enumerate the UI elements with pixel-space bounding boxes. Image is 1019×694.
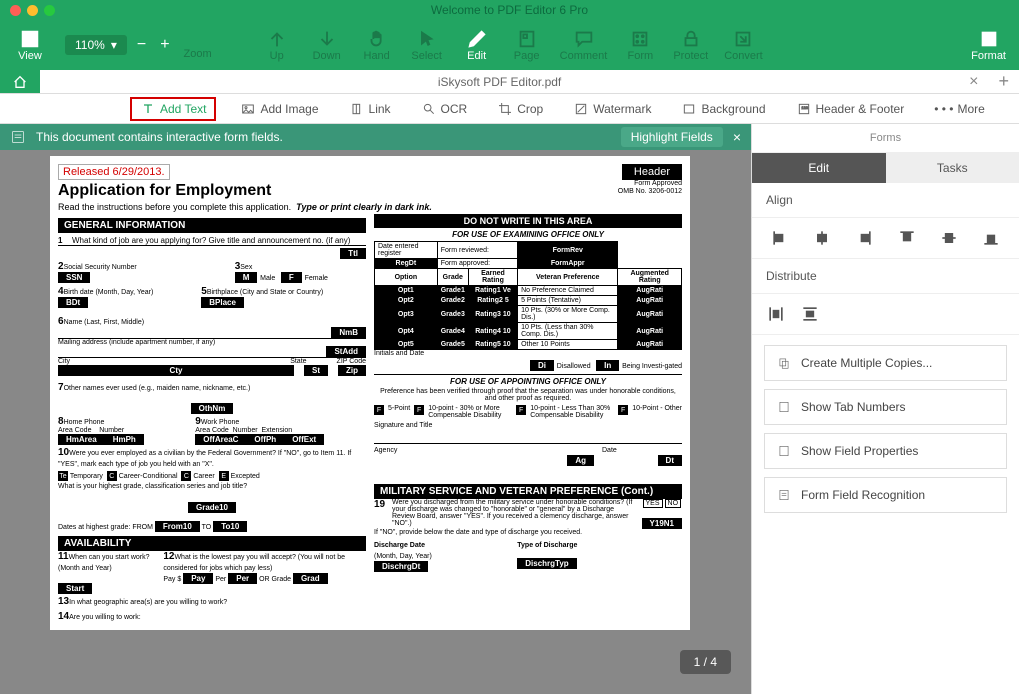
pdf-page: Released 6/29/2013. Header Application f… bbox=[50, 156, 690, 630]
add-image-button[interactable]: Add Image bbox=[234, 97, 324, 121]
select-button[interactable]: Select bbox=[402, 24, 452, 66]
edit-button[interactable]: Edit bbox=[452, 24, 502, 66]
new-tab-button[interactable]: + bbox=[988, 71, 1019, 92]
infobar-message: This document contains interactive form … bbox=[36, 130, 611, 144]
zoom-in-button[interactable]: + bbox=[156, 36, 173, 54]
format-button[interactable]: Format bbox=[963, 24, 1014, 66]
align-center-h-icon[interactable] bbox=[812, 228, 832, 248]
home-tab[interactable] bbox=[0, 70, 40, 93]
down-button[interactable]: Down bbox=[302, 24, 352, 66]
zoom-out-button[interactable]: − bbox=[133, 36, 150, 54]
ocr-button[interactable]: OCR bbox=[415, 97, 474, 121]
maximize-window-button[interactable] bbox=[44, 5, 55, 16]
up-button[interactable]: Up bbox=[252, 24, 302, 66]
link-button[interactable]: Link bbox=[343, 97, 397, 121]
align-top-icon[interactable] bbox=[897, 228, 917, 248]
edit-toolbar: Add Text Add Image Link OCR Crop Waterma… bbox=[0, 94, 1019, 124]
document-viewport[interactable]: Released 6/29/2013. Header Application f… bbox=[0, 150, 751, 694]
window-controls bbox=[0, 5, 55, 16]
form-button[interactable]: Form bbox=[615, 24, 665, 66]
titlebar: Welcome to PDF Editor 6 Pro bbox=[0, 0, 1019, 20]
form-field-recognition-button[interactable]: Form Field Recognition bbox=[764, 477, 1007, 513]
zoom-group: 110%▾ − + bbox=[65, 35, 174, 55]
crop-button[interactable]: Crop bbox=[491, 97, 549, 121]
add-text-button[interactable]: Add Text bbox=[130, 97, 216, 121]
released-stamp: Released 6/29/2013. bbox=[58, 164, 170, 180]
close-tab-button[interactable]: × bbox=[959, 73, 988, 91]
show-field-properties-button[interactable]: Show Field Properties bbox=[764, 433, 1007, 469]
forms-sidebar: Forms Edit Tasks Align Distribute Create… bbox=[751, 124, 1019, 694]
more-button[interactable]: • • •More bbox=[928, 98, 991, 120]
align-label: Align bbox=[752, 183, 1019, 218]
align-bottom-icon[interactable] bbox=[981, 228, 1001, 248]
main-toolbar: View 110%▾ − + Zoom Up Down Hand Select … bbox=[0, 20, 1019, 70]
align-left-icon[interactable] bbox=[770, 228, 790, 248]
tab-tasks[interactable]: Tasks bbox=[886, 153, 1019, 183]
convert-button[interactable]: Convert bbox=[716, 24, 771, 66]
form-infobar: This document contains interactive form … bbox=[0, 124, 751, 150]
close-window-button[interactable] bbox=[10, 5, 21, 16]
create-multiple-copies-button[interactable]: Create Multiple Copies... bbox=[764, 345, 1007, 381]
view-button[interactable]: View bbox=[5, 24, 55, 66]
protect-button[interactable]: Protect bbox=[665, 24, 716, 66]
app-title: Welcome to PDF Editor 6 Pro bbox=[431, 3, 588, 17]
header-box: Header bbox=[622, 164, 682, 180]
infobar-close-button[interactable]: × bbox=[733, 129, 741, 145]
document-tab[interactable]: iSkysoft PDF Editor.pdf bbox=[40, 75, 959, 89]
distribute-h-icon[interactable] bbox=[766, 304, 786, 324]
form-icon bbox=[10, 129, 26, 145]
comment-button[interactable]: Comment bbox=[552, 24, 616, 66]
align-center-v-icon[interactable] bbox=[939, 228, 959, 248]
sidebar-header: Forms bbox=[752, 124, 1019, 153]
svg-text:123: 123 bbox=[801, 105, 808, 110]
distribute-v-icon[interactable] bbox=[800, 304, 820, 324]
highlight-fields-button[interactable]: Highlight Fields bbox=[621, 127, 723, 147]
tab-edit[interactable]: Edit bbox=[752, 153, 886, 183]
zoom-dropdown[interactable]: 110%▾ bbox=[65, 35, 127, 55]
watermark-button[interactable]: Watermark bbox=[567, 97, 657, 121]
page-counter: 1 / 4 bbox=[680, 650, 731, 674]
align-right-icon[interactable] bbox=[854, 228, 874, 248]
hand-button[interactable]: Hand bbox=[352, 24, 402, 66]
tabbar: iSkysoft PDF Editor.pdf × + bbox=[0, 70, 1019, 94]
background-button[interactable]: Background bbox=[675, 97, 771, 121]
page-button[interactable]: Page bbox=[502, 24, 552, 66]
doc-title: Application for Employment bbox=[58, 182, 682, 200]
distribute-label: Distribute bbox=[752, 259, 1019, 294]
omb-approval: Form ApprovedOMB No. 3206-0012 bbox=[618, 180, 682, 197]
minimize-window-button[interactable] bbox=[27, 5, 38, 16]
header-footer-button[interactable]: 123Header & Footer bbox=[790, 97, 911, 121]
show-tab-numbers-button[interactable]: Show Tab Numbers bbox=[764, 389, 1007, 425]
